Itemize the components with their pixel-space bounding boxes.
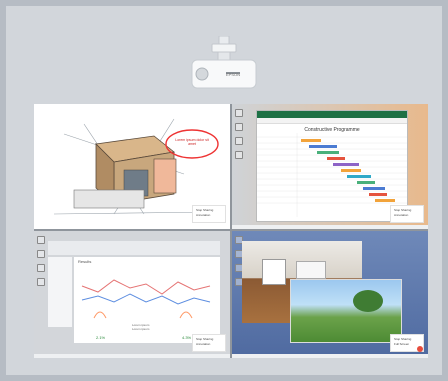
stat-right: 4.3%: [182, 335, 192, 340]
results-line-chart: [81, 279, 211, 319]
share-menu[interactable]: Stop Sharing Annotation: [192, 334, 226, 352]
stat-left: 2.1%: [96, 335, 106, 340]
panel-architecture[interactable]: Lorem ipsum dolor sit amet Stop Sharing …: [34, 104, 230, 229]
results-title: Results: [78, 259, 92, 264]
excel-titlebar: [257, 111, 407, 118]
spreadsheet-window: Constructive Programme: [256, 110, 408, 222]
side-toolbar[interactable]: [37, 236, 45, 292]
callout-text: Lorem ipsum dolor sit amet: [175, 138, 209, 146]
projector: [191, 36, 257, 89]
projection-screen: Lorem ipsum dolor sit amet Stop Sharing …: [34, 104, 428, 358]
share-menu[interactable]: Stop Sharing Annotation: [390, 205, 424, 223]
panel-spreadsheet[interactable]: Constructive Programme Stop Sharing Anno…: [232, 104, 428, 229]
annotation-item[interactable]: Annotation: [394, 213, 420, 218]
panel-dashboard[interactable]: Results 2.1% 4.3% Lorem ipsum Lorem ipsu…: [34, 231, 230, 358]
share-menu[interactable]: Stop Sharing Annotation: [192, 205, 226, 223]
side-toolbar[interactable]: [235, 109, 243, 165]
annotation-item[interactable]: Annotation: [196, 213, 222, 218]
side-toolbar[interactable]: [235, 236, 243, 292]
results-card: Results 2.1% 4.3% Lorem ipsum Lorem ipsu…: [74, 257, 220, 343]
projector-brand: EPSON: [226, 72, 241, 77]
garden-image: [290, 279, 402, 343]
annotation-item[interactable]: Annotation: [196, 342, 222, 347]
fullscreen-item[interactable]: Full Screen: [394, 342, 420, 347]
dashboard-sidebar: [48, 257, 72, 327]
dashboard-header: [48, 241, 220, 255]
gantt-grid: [257, 133, 407, 217]
legend-item-2: Lorem ipsum: [132, 327, 150, 331]
status-dot: [417, 346, 423, 352]
panel-photo[interactable]: Stop Sharing Full Screen: [232, 231, 428, 358]
